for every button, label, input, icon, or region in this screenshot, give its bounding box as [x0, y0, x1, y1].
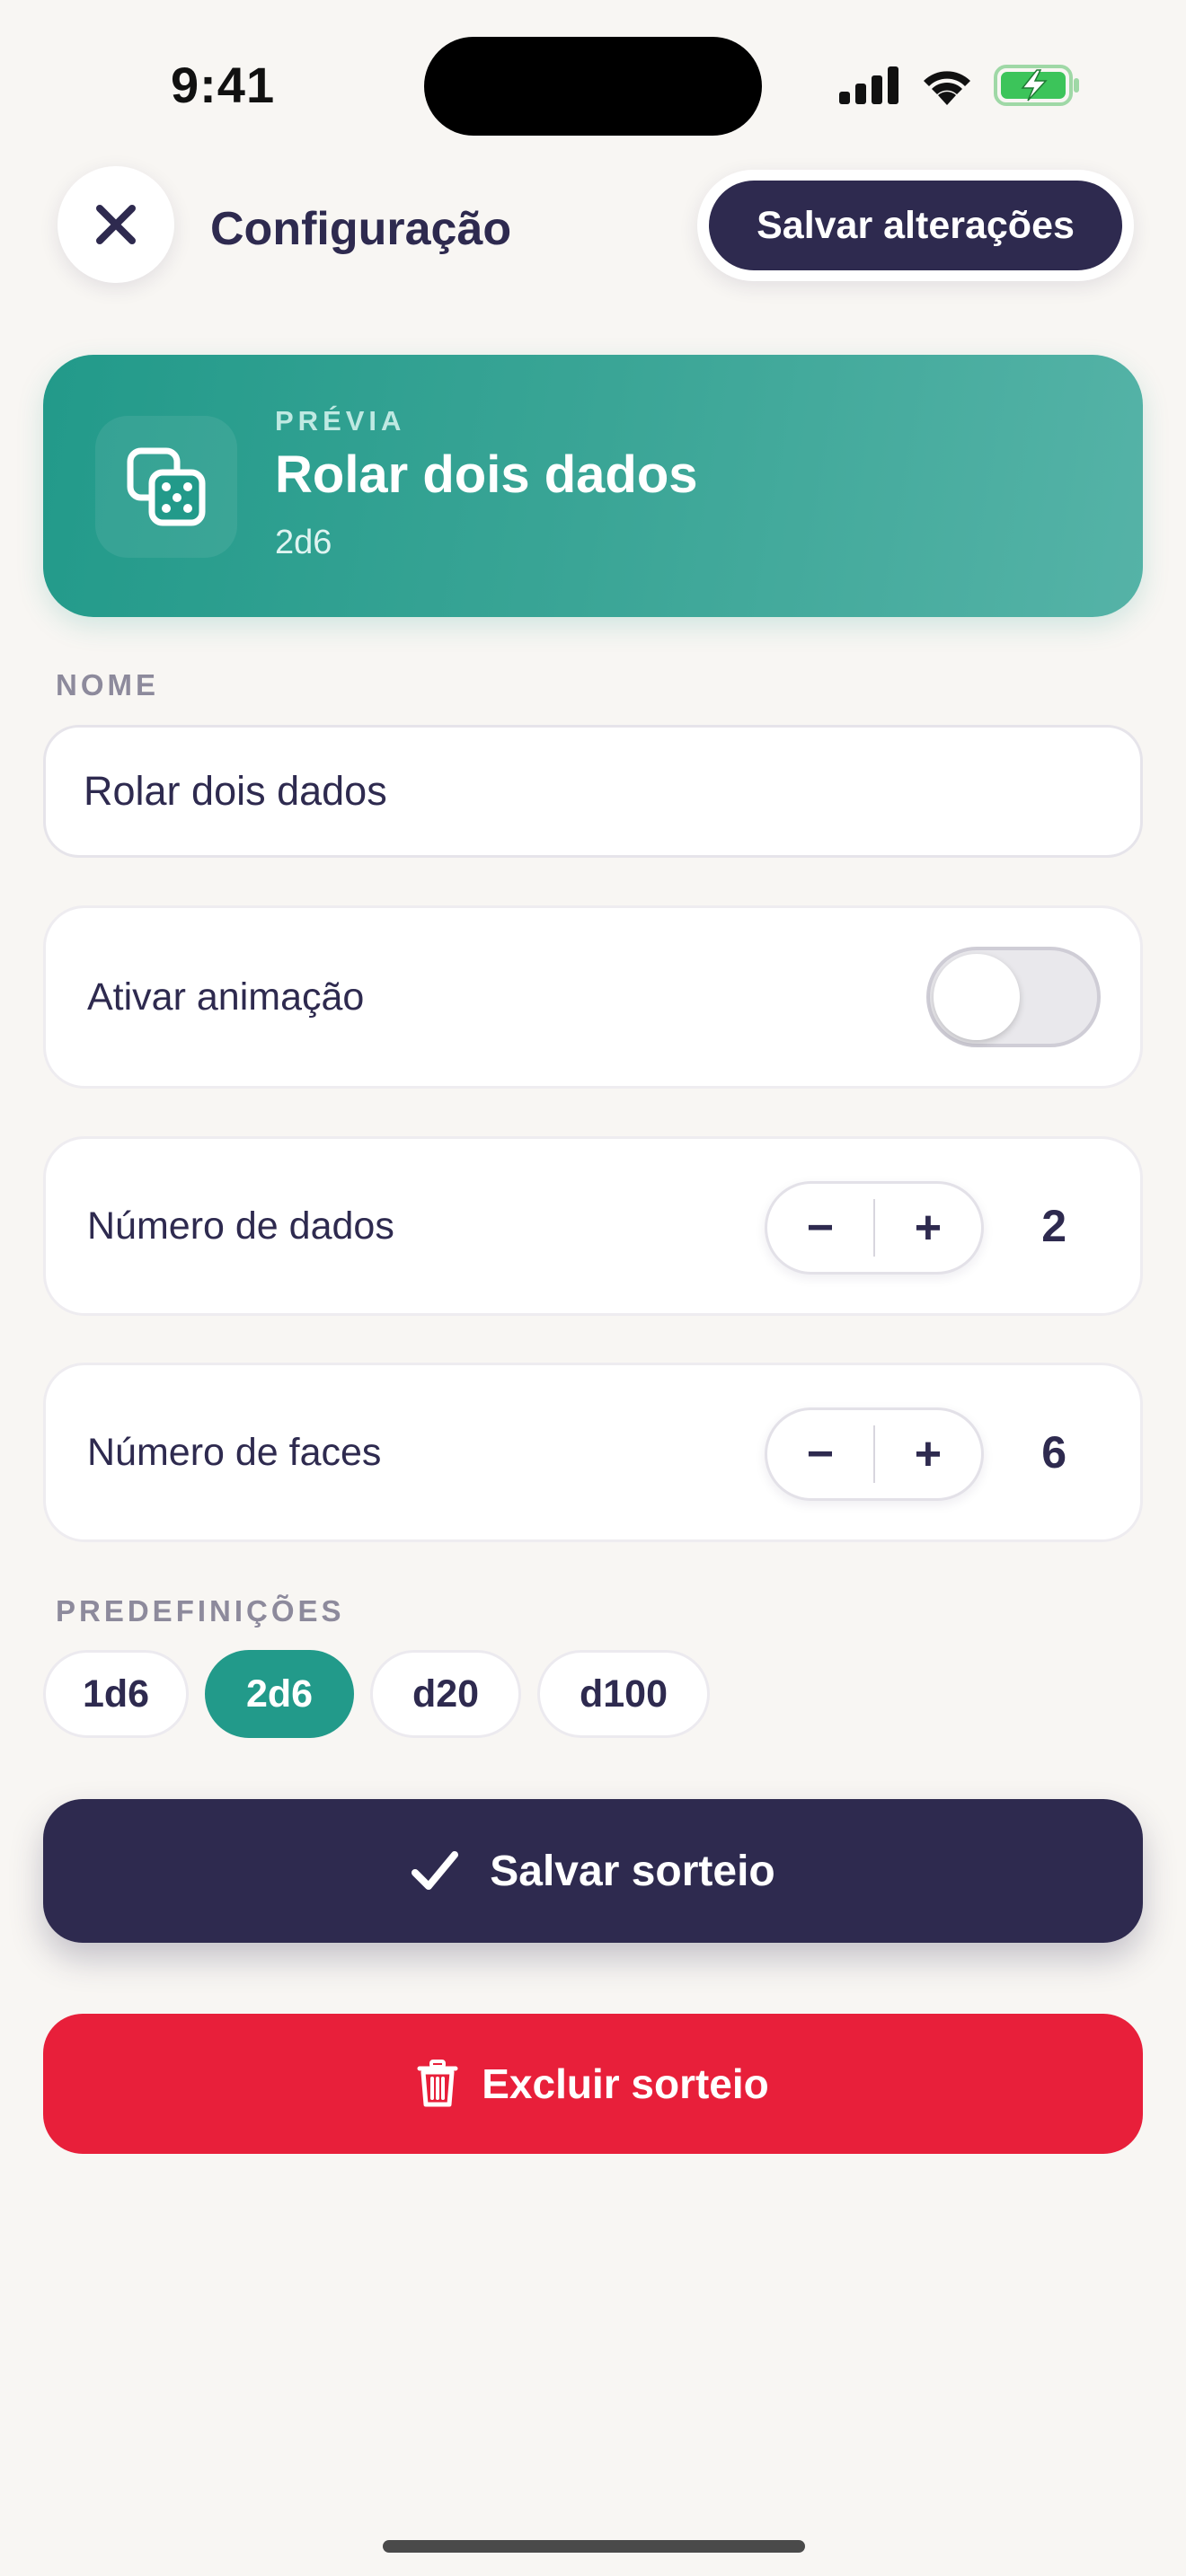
- preview-subtitle: 2d6: [275, 524, 332, 561]
- preset-chip-1d6[interactable]: 1d6: [43, 1650, 189, 1738]
- presets-row: 1d6 2d6 d20 d100: [43, 1650, 710, 1738]
- dice-icon: [127, 447, 206, 526]
- preview-title: Rolar dois dados: [275, 446, 698, 504]
- toggle-knob: [934, 954, 1020, 1040]
- dice-count-stepper: − +: [765, 1181, 984, 1275]
- close-button[interactable]: [58, 166, 174, 283]
- save-draw-button[interactable]: Salvar sorteio: [43, 1799, 1143, 1943]
- name-input[interactable]: [43, 725, 1143, 858]
- home-indicator: [383, 2540, 805, 2553]
- battery-charging-icon: [994, 65, 1079, 106]
- preset-chip-d20[interactable]: d20: [370, 1650, 521, 1738]
- page-title: Configuração: [210, 203, 512, 255]
- name-section-label: NOME: [56, 668, 159, 701]
- close-icon: [96, 205, 136, 244]
- delete-draw-label: Excluir sorteio: [482, 2060, 769, 2107]
- delete-draw-button[interactable]: Excluir sorteio: [43, 2014, 1143, 2154]
- save-changes-container: Salvar alterações: [697, 170, 1134, 281]
- decrement-button[interactable]: −: [767, 1410, 873, 1498]
- faces-value: 6: [1041, 1427, 1067, 1478]
- faces-stepper: − +: [765, 1407, 984, 1501]
- faces-row: Número de faces − + 6: [43, 1363, 1143, 1542]
- dynamic-island: [424, 37, 762, 136]
- save-changes-button[interactable]: Salvar alterações: [709, 181, 1122, 270]
- increment-button[interactable]: +: [875, 1410, 981, 1498]
- dice-count-row: Número de dados − + 2: [43, 1136, 1143, 1316]
- increment-button[interactable]: +: [875, 1184, 981, 1272]
- preview-eyebrow: PRÉVIA: [275, 405, 406, 437]
- preset-chip-d100[interactable]: d100: [537, 1650, 710, 1738]
- decrement-button[interactable]: −: [767, 1184, 873, 1272]
- preview-card: PRÉVIA Rolar dois dados 2d6: [43, 355, 1143, 617]
- header: Configuração Salvar alterações: [0, 166, 1186, 287]
- dice-count-value: 2: [1041, 1201, 1067, 1251]
- cellular-signal-icon: [839, 66, 898, 104]
- presets-section-label: PREDEFINIÇÕES: [56, 1594, 345, 1628]
- wifi-icon: [924, 71, 970, 105]
- trash-icon: [417, 2060, 458, 2107]
- animation-toggle[interactable]: [926, 947, 1101, 1047]
- animation-label: Ativar animação: [87, 975, 365, 1019]
- status-time: 9:41: [171, 57, 276, 113]
- status-icons: [839, 65, 1080, 106]
- checkmark-icon: [412, 1851, 459, 1890]
- faces-label: Número de faces: [87, 1430, 382, 1474]
- save-draw-label: Salvar sorteio: [490, 1847, 775, 1895]
- preview-icon-container: [95, 416, 237, 558]
- dice-count-label: Número de dados: [87, 1204, 394, 1248]
- status-bar: 9:41: [0, 0, 1186, 171]
- preset-chip-2d6[interactable]: 2d6: [205, 1650, 354, 1738]
- animation-row: Ativar animação: [43, 905, 1143, 1089]
